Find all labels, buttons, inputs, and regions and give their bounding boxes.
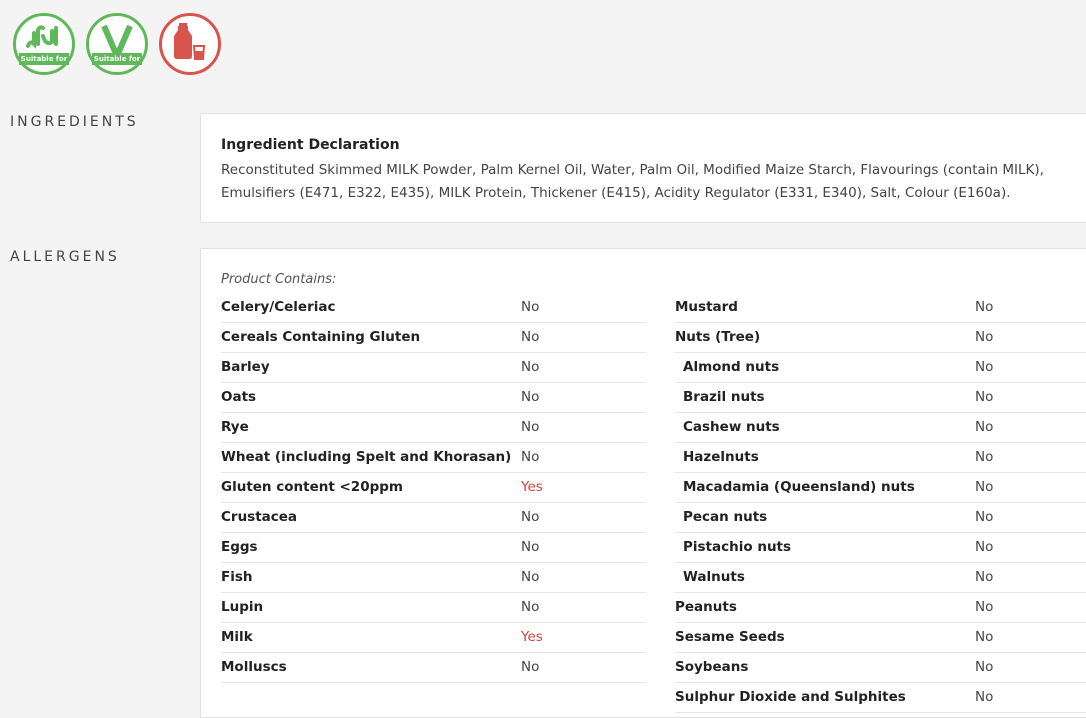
allergen-name: Sulphur Dioxide and Sulphites xyxy=(675,689,906,705)
allergen-list-left: Celery/Celeriac No Cereals Containing Glut… xyxy=(221,293,646,683)
allergen-name: Barley xyxy=(221,359,270,375)
allergen-row: Wheat (including Spelt and Khorasan) No xyxy=(221,443,646,473)
allergen-row: Barley No xyxy=(221,353,646,383)
allergen-row: Crustacea No xyxy=(221,503,646,533)
allergens-heading: ALLERGENS xyxy=(10,249,120,265)
allergen-value: No xyxy=(975,299,994,315)
allergen-value: No xyxy=(521,449,540,465)
allergen-name: Hazelnuts xyxy=(683,449,759,465)
allergen-row: Macadamia (Queensland) nuts No xyxy=(675,473,1086,503)
allergen-value: No xyxy=(521,599,540,615)
allergen-row: Milk Yes xyxy=(221,623,646,653)
allergen-name: Walnuts xyxy=(683,569,745,585)
allergen-row: Molluscs No xyxy=(221,653,646,683)
allergen-value: No xyxy=(975,479,994,495)
allergen-row: Nuts (Tree) No xyxy=(675,323,1086,353)
ingredients-heading: INGREDIENTS xyxy=(10,114,139,130)
product-contains-label: Product Contains: xyxy=(221,272,337,287)
allergen-value: No xyxy=(521,659,540,675)
allergen-value: No xyxy=(975,419,994,435)
allergen-name: Oats xyxy=(221,389,257,405)
allergen-name: Gluten content <20ppm xyxy=(221,479,403,495)
allergen-name: Mustard xyxy=(675,299,738,315)
halal-icon: Suitable for xyxy=(13,13,75,75)
allergen-row: Eggs No xyxy=(221,533,646,563)
allergen-name: Sesame Seeds xyxy=(675,629,785,645)
allergen-value: No xyxy=(975,389,994,405)
allergen-name: Rye xyxy=(221,419,249,435)
halal-caption: Suitable for xyxy=(19,53,69,65)
allergen-value: No xyxy=(521,389,540,405)
allergen-name: Peanuts xyxy=(675,599,737,615)
allergen-row: Oats No xyxy=(221,383,646,413)
allergen-value: No xyxy=(975,449,994,465)
ingredients-panel: Ingredient Declaration Reconstituted Ski… xyxy=(200,113,1086,223)
allergen-value: No xyxy=(521,299,540,315)
allergen-value: No xyxy=(975,329,994,345)
vegetarian-caption: Suitable for xyxy=(92,53,142,65)
allergen-name: Nuts (Tree) xyxy=(675,329,761,345)
allergen-name: Pecan nuts xyxy=(683,509,768,525)
allergen-value: No xyxy=(975,689,994,705)
allergen-row: Mustard No xyxy=(675,293,1086,323)
allergen-row: Peanuts No xyxy=(675,593,1086,623)
allergens-panel: Product Contains: Celery/Celeriac No Cerea… xyxy=(200,248,1086,718)
allergen-row: Soybeans No xyxy=(675,653,1086,683)
allergen-row: Sesame Seeds No xyxy=(675,623,1086,653)
allergen-name: Wheat (including Spelt and Khorasan) xyxy=(221,449,512,465)
allergen-name: Lupin xyxy=(221,599,264,615)
allergen-row: Rye No xyxy=(221,413,646,443)
allergen-name: Milk xyxy=(221,629,253,645)
allergen-name: Crustacea xyxy=(221,509,298,525)
allergen-value: No xyxy=(975,569,994,585)
allergen-name: Cereals Containing Gluten xyxy=(221,329,421,345)
allergen-name: Pistachio nuts xyxy=(683,539,792,555)
allergen-name: Brazil nuts xyxy=(683,389,765,405)
allergen-value: No xyxy=(521,359,540,375)
allergen-value: Yes xyxy=(521,629,543,645)
allergen-name: Cashew nuts xyxy=(683,419,780,435)
vegetarian-icon: Suitable for xyxy=(86,13,148,75)
allergen-name: Eggs xyxy=(221,539,258,555)
allergen-row: Pistachio nuts No xyxy=(675,533,1086,563)
allergen-name: Almond nuts xyxy=(683,359,780,375)
allergen-name: Macadamia (Queensland) nuts xyxy=(683,479,915,495)
allergen-row: Fish No xyxy=(221,563,646,593)
allergen-value: No xyxy=(975,629,994,645)
allergen-value: No xyxy=(975,509,994,525)
allergen-row: Hazelnuts No xyxy=(675,443,1086,473)
allergen-value: No xyxy=(521,509,540,525)
allergen-row: Cashew nuts No xyxy=(675,413,1086,443)
allergen-row: Pecan nuts No xyxy=(675,503,1086,533)
ingredient-declaration-text: Reconstituted Skimmed MILK Powder, Palm … xyxy=(221,162,1044,201)
allergen-value: No xyxy=(975,359,994,375)
allergen-value: No xyxy=(975,539,994,555)
allergen-value: No xyxy=(521,569,540,585)
allergen-row: Almond nuts No xyxy=(675,353,1086,383)
allergen-value: No xyxy=(975,599,994,615)
allergen-row: Celery/Celeriac No xyxy=(221,293,646,323)
allergen-name: Molluscs xyxy=(221,659,287,675)
allergen-row: Gluten content <20ppm Yes xyxy=(221,473,646,503)
allergen-row: Cereals Containing Gluten No xyxy=(221,323,646,353)
allergen-name: Fish xyxy=(221,569,253,585)
allergen-value: No xyxy=(975,659,994,675)
allergen-value: No xyxy=(521,419,540,435)
allergen-list-right: Mustard No Nuts (Tree) No Almond nuts No Brazi… xyxy=(675,293,1086,713)
allergen-row: Brazil nuts No xyxy=(675,383,1086,413)
allergen-row: Walnuts No xyxy=(675,563,1086,593)
allergen-value: Yes xyxy=(521,479,543,495)
allergen-value: No xyxy=(521,329,540,345)
allergen-row: Sulphur Dioxide and Sulphites No xyxy=(675,683,1086,713)
ingredient-declaration-title: Ingredient Declaration xyxy=(221,137,400,153)
allergen-row: Lupin No xyxy=(221,593,646,623)
allergen-value: No xyxy=(521,539,540,555)
milk-icon xyxy=(159,13,221,75)
allergen-name: Soybeans xyxy=(675,659,749,675)
allergen-name: Celery/Celeriac xyxy=(221,299,336,315)
